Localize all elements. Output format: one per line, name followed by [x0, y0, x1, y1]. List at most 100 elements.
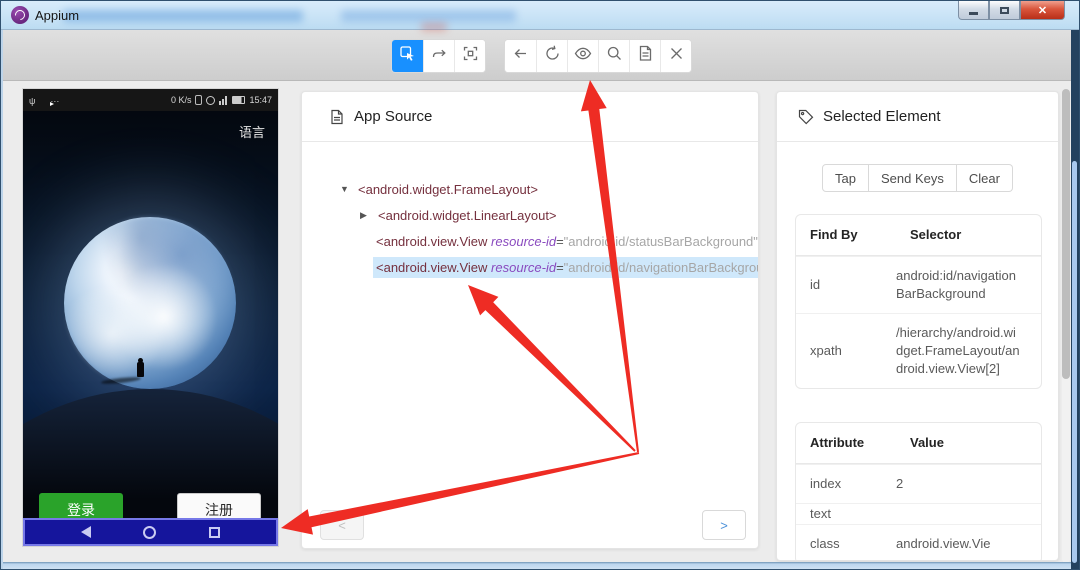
search-button[interactable] — [598, 40, 629, 72]
usb-icon: ψ — [29, 91, 35, 109]
background-blur — [341, 10, 516, 22]
close-button[interactable]: ✕ — [1020, 1, 1065, 20]
select-element-button[interactable] — [392, 40, 423, 72]
alarm-icon — [206, 96, 215, 105]
appium-window: Appium ✕ ψ⋯ 0 K/s 15:47 语言 — [0, 0, 1080, 570]
source-button[interactable] — [629, 40, 660, 72]
table-row: xpath/hierarchy/android.widget.FrameLayo… — [796, 313, 1041, 388]
xml-node-text: <android.view.View resource-id="android:… — [376, 260, 758, 275]
expand-screenshot-icon — [462, 45, 479, 67]
row-value — [896, 504, 1030, 524]
android-recents-icon[interactable] — [209, 527, 220, 538]
row-label: class — [796, 525, 896, 561]
row-value: android:id/navigationBarBackground — [896, 257, 1030, 313]
back-button[interactable] — [505, 40, 536, 72]
app-source-panel: App Source ▼ <android.widget.FrameLayout>… — [301, 91, 759, 549]
selected-element-header: Selected Element — [777, 92, 1058, 142]
search-icon — [606, 45, 623, 67]
selected-element-panel: Selected Element TapSend KeysClear Find … — [776, 91, 1059, 561]
column-header: Value — [896, 423, 1030, 463]
minimize-button[interactable] — [958, 1, 989, 20]
phone-status-bar: ψ⋯ 0 K/s 15:47 — [23, 89, 278, 111]
row-value: android.view.Vie — [896, 525, 1030, 561]
android-home-icon[interactable] — [143, 526, 156, 539]
column-header: Selector — [896, 215, 1030, 255]
window-title: Appium — [35, 8, 79, 23]
source-icon — [637, 45, 654, 67]
swipe-button[interactable] — [423, 40, 454, 72]
back-icon — [512, 45, 529, 67]
expand-screenshot-button[interactable] — [454, 40, 485, 72]
xml-node-text: <android.widget.FrameLayout> — [358, 182, 538, 197]
table-row: text — [796, 503, 1041, 524]
element-actions: TapSend KeysClear — [777, 164, 1058, 192]
maximize-icon — [1000, 7, 1009, 14]
clock-text: 15:47 — [249, 95, 272, 105]
caret-right-icon[interactable]: ▶ — [360, 210, 372, 221]
table-row: classandroid.view.Vie — [796, 524, 1041, 561]
signal-icon — [219, 96, 228, 105]
android-back-icon[interactable] — [81, 526, 91, 538]
tag-icon — [798, 109, 814, 125]
table-header-row: AttributeValue — [796, 423, 1041, 464]
clear-button[interactable]: Clear — [957, 164, 1013, 192]
vibrate-icon — [195, 95, 202, 105]
inspector-toolbar — [1, 30, 1079, 81]
minimize-icon — [969, 12, 978, 15]
scrollbar-thumb[interactable] — [1062, 89, 1070, 379]
quit-session-button[interactable] — [660, 40, 691, 72]
table-header-row: Find BySelector — [796, 215, 1041, 256]
chevron-right-icon: > — [720, 518, 728, 533]
column-header: Attribute — [796, 423, 896, 463]
status-right: 0 K/s 15:47 — [171, 95, 272, 105]
window-scrollbar-thumb[interactable] — [1072, 161, 1077, 563]
mode-button-group — [391, 39, 486, 73]
window-scrollbar[interactable] — [1071, 30, 1079, 570]
panel-title: Selected Element — [823, 108, 941, 125]
background-blur — [63, 10, 303, 22]
window-border-left — [1, 30, 3, 570]
row-label: xpath — [796, 314, 896, 388]
eye-button[interactable] — [567, 40, 598, 72]
chevron-left-icon: < — [338, 518, 346, 533]
quit-session-icon — [668, 45, 685, 67]
device-screenshot[interactable]: ψ⋯ 0 K/s 15:47 语言 登录 注册 — [23, 89, 278, 546]
select-element-icon — [399, 45, 416, 67]
panel-title: App Source — [354, 108, 432, 125]
row-label: text — [796, 504, 896, 524]
send-keys-button[interactable]: Send Keys — [869, 164, 957, 192]
tree-row[interactable]: <android.view.View resource-id="android:… — [302, 228, 758, 254]
phone-navigation-bar[interactable] — [23, 518, 278, 546]
session-button-group — [504, 39, 692, 73]
back-page-button[interactable]: < — [320, 510, 364, 540]
row-label: index — [796, 465, 896, 503]
caret-down-icon[interactable]: ▼ — [340, 184, 352, 194]
eye-icon — [574, 45, 592, 67]
refresh-icon — [544, 45, 561, 67]
attribute-table: AttributeValueindex2textclassandroid.vie… — [795, 422, 1042, 561]
maximize-button[interactable] — [989, 1, 1020, 20]
refresh-button[interactable] — [536, 40, 567, 72]
window-border-bottom — [1, 562, 1079, 569]
tree-row[interactable]: ▶ <android.widget.LinearLayout> — [302, 202, 758, 228]
tap-button[interactable]: Tap — [822, 164, 869, 192]
forward-page-button[interactable]: > — [702, 510, 746, 540]
background-blur — [421, 23, 447, 31]
tree-row[interactable]: ▼ <android.widget.FrameLayout> — [302, 176, 758, 202]
battery-icon — [232, 96, 245, 104]
row-value: /hierarchy/android.widget.FrameLayout/an… — [896, 314, 1030, 388]
swipe-icon — [431, 45, 448, 67]
phone-wallpaper: 语言 登录 注册 — [23, 111, 278, 518]
register-button[interactable]: 注册 — [177, 493, 261, 518]
window-controls: ✕ — [958, 1, 1065, 20]
login-button[interactable]: 登录 — [39, 493, 123, 518]
net-speed: 0 K/s — [171, 95, 192, 105]
language-link[interactable]: 语言 — [239, 122, 265, 141]
earth-image — [64, 217, 236, 389]
tree-row-selected[interactable]: <android.view.View resource-id="android:… — [302, 254, 758, 280]
app-source-header: App Source — [302, 92, 758, 142]
xml-node-text: <android.widget.LinearLayout> — [378, 208, 557, 223]
close-icon: ✕ — [1038, 4, 1047, 17]
panel-scrollbar[interactable] — [1062, 89, 1070, 563]
source-tree: ▼ <android.widget.FrameLayout> ▶ <android.w… — [302, 176, 758, 280]
